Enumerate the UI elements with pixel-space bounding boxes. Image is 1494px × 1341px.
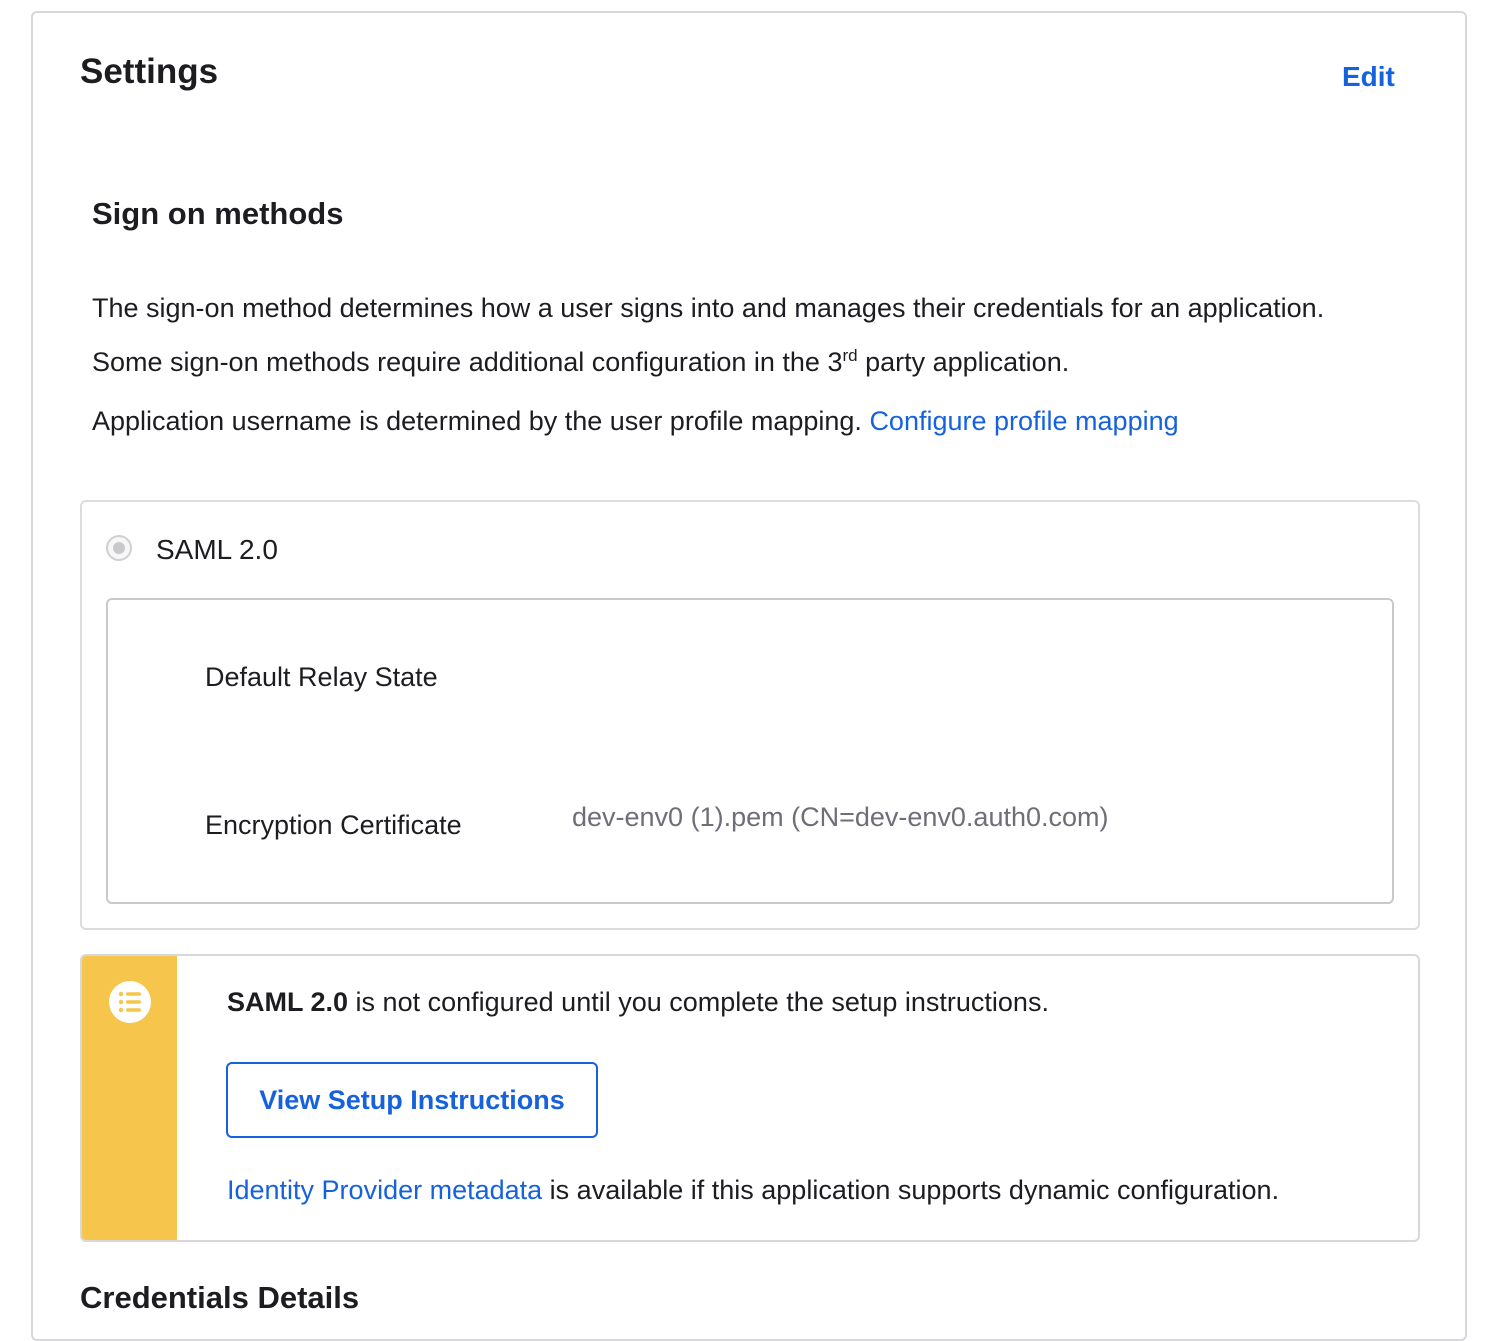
edit-link[interactable]: Edit: [1342, 61, 1395, 93]
settings-title: Settings: [80, 52, 219, 91]
callout-text: is not configured until you complete the…: [348, 987, 1049, 1017]
metadata-text: is available if this application support…: [542, 1175, 1280, 1205]
sign-on-description: The sign-on method determines how a user…: [92, 284, 1342, 386]
callout-bold-text: SAML 2.0: [227, 987, 349, 1017]
metadata-message: Identity Provider metadata is available …: [227, 1175, 1279, 1206]
description-text-end: party application.: [857, 347, 1070, 377]
credentials-details-title: Credentials Details: [80, 1280, 360, 1315]
description-text: The sign-on method determines how a user…: [92, 293, 1325, 377]
encryption-certificate-value: dev-env0 (1).pem (CN=dev-env0.auth0.com): [572, 802, 1109, 832]
saml-label: SAML 2.0: [156, 534, 278, 565]
username-text: Application username is determined by th…: [92, 406, 870, 436]
username-mapping-text: Application username is determined by th…: [92, 406, 1179, 437]
description-superscript: rd: [842, 346, 858, 365]
configure-profile-mapping-link[interactable]: Configure profile mapping: [869, 406, 1178, 436]
view-setup-instructions-button[interactable]: View Setup Instructions: [226, 1062, 598, 1138]
default-relay-state-label: Default Relay State: [205, 662, 438, 692]
encryption-certificate-label: Encryption Certificate: [205, 810, 462, 840]
saml-fields-box: [106, 598, 1394, 904]
identity-provider-metadata-link[interactable]: Identity Provider metadata: [227, 1175, 542, 1205]
list-icon: [109, 981, 151, 1023]
saml-radio[interactable]: [106, 535, 132, 561]
sign-on-methods-title: Sign on methods: [92, 196, 344, 231]
callout-message: SAML 2.0 is not configured until you com…: [227, 987, 1049, 1018]
